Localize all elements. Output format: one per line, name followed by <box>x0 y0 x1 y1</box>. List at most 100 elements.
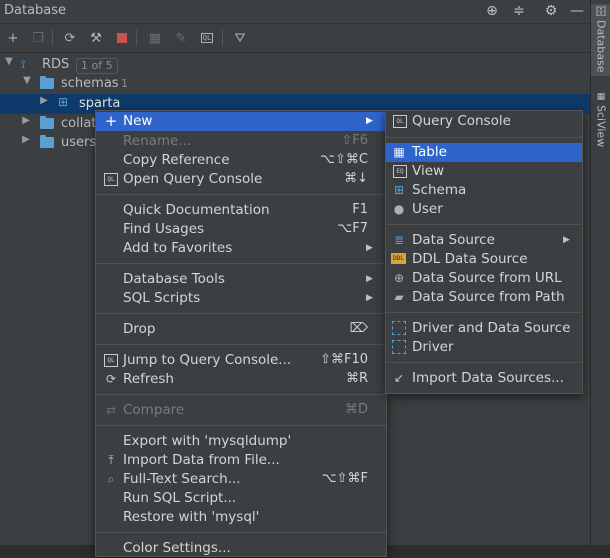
tab-label: SciView <box>594 105 608 148</box>
tab-sciview[interactable]: ▦ SciView <box>591 92 610 154</box>
driver-icon <box>392 340 406 354</box>
chevron-right-icon[interactable]: ▶ <box>20 134 32 145</box>
menu-separator <box>386 224 582 225</box>
console-icon[interactable]: QL <box>197 28 217 48</box>
crosshair-icon[interactable]: ⊕ <box>483 2 501 20</box>
ddl-icon: DDL <box>391 253 406 264</box>
minimize-icon[interactable]: — <box>568 2 586 20</box>
menu-separator <box>96 263 386 264</box>
menu-label: Jump to Query Console... <box>123 352 292 368</box>
compare-icon: ⇄ <box>105 403 117 417</box>
menu-item-full-text-search[interactable]: ⌕ Full-Text Search... ⌥⇧⌘F <box>96 470 386 489</box>
collapse-icon[interactable]: ≑ <box>510 2 528 20</box>
new-submenu: QL Query Console ▦ Table EQ View ⊞ Schem… <box>385 110 583 394</box>
submenu-item-view[interactable]: EQ View <box>386 162 582 181</box>
submenu-item-data-source[interactable]: ≣ Data Source ▶ <box>386 231 582 250</box>
menu-separator <box>96 194 386 195</box>
menu-item-sql-scripts[interactable]: SQL Scripts ▶ <box>96 289 386 308</box>
driver-icon <box>392 321 406 335</box>
menu-label: Run SQL Script... <box>123 490 237 506</box>
gear-icon[interactable]: ⚙ <box>542 2 560 20</box>
menu-item-export-mysqldump[interactable]: Export with 'mysqldump' <box>96 432 386 451</box>
menu-item-refresh[interactable]: ⟳ Refresh ⌘R <box>96 370 386 389</box>
submenu-arrow-icon: ▶ <box>366 243 373 253</box>
chevron-right-icon[interactable]: ▶ <box>20 115 32 126</box>
copy-icon[interactable]: ❐ <box>28 28 48 48</box>
menu-shortcut: ⌘R <box>345 371 368 386</box>
database-icon: ≣ <box>393 233 405 247</box>
menu-item-find-usages[interactable]: Find Usages ⌥F7 <box>96 220 386 239</box>
console-icon: QL <box>104 354 118 367</box>
tree-node-rds[interactable]: ▼ ⟟ RDS 1 of 5 <box>0 55 590 75</box>
filter-icon[interactable]: ⛛ <box>230 28 250 48</box>
grid-icon: ▦ <box>596 92 606 102</box>
table-icon: ▦ <box>393 145 405 159</box>
menu-item-database-tools[interactable]: Database Tools ▶ <box>96 270 386 289</box>
tab-label: Database <box>594 19 608 73</box>
folder-icon <box>40 135 54 148</box>
menu-item-add-to-favorites[interactable]: Add to Favorites ▶ <box>96 239 386 258</box>
chevron-down-icon[interactable]: ▼ <box>21 75 33 86</box>
menu-separator <box>96 532 386 533</box>
menu-separator <box>386 137 582 138</box>
submenu-item-user[interactable]: ● User <box>386 200 582 219</box>
refresh-icon: ⟳ <box>105 372 117 386</box>
submenu-item-table[interactable]: ▦ Table <box>386 143 582 162</box>
submenu-item-data-source-path[interactable]: ▰ Data Source from Path <box>386 288 582 307</box>
menu-label: Rename... <box>123 133 192 149</box>
submenu-item-driver[interactable]: Driver <box>386 338 582 357</box>
submenu-item-schema[interactable]: ⊞ Schema <box>386 181 582 200</box>
menu-label: Restore with 'mysql' <box>123 509 260 525</box>
menu-item-compare[interactable]: ⇄ Compare ⌘D <box>96 401 386 420</box>
menu-label: Database Tools <box>123 271 225 287</box>
menu-item-open-query-console[interactable]: QL Open Query Console ⌘↓ <box>96 170 386 189</box>
chevron-right-icon[interactable]: ▶ <box>38 95 50 106</box>
tree-node-schemas[interactable]: ▼ schemas 1 <box>0 74 590 94</box>
menu-item-drop[interactable]: Drop ⌦ <box>96 320 386 339</box>
menu-label: Compare <box>123 402 185 418</box>
menu-item-color-settings[interactable]: Color Settings... <box>96 539 386 558</box>
menu-item-rename[interactable]: Rename... ⇧F6 <box>96 132 386 151</box>
menu-item-jump-to-query-console[interactable]: QL Jump to Query Console... ⇧⌘F10 <box>96 351 386 370</box>
refresh-icon[interactable]: ⟳ <box>60 28 80 48</box>
menu-label: Find Usages <box>123 221 205 237</box>
submenu-item-data-source-url[interactable]: ⊕ Data Source from URL <box>386 269 582 288</box>
menu-label: Export with 'mysqldump' <box>123 433 292 449</box>
menu-separator <box>96 425 386 426</box>
edit-icon[interactable]: ✎ <box>171 28 191 48</box>
menu-shortcut: ⌥F7 <box>337 221 368 236</box>
submenu-arrow-icon: ▶ <box>366 116 373 126</box>
menu-separator <box>96 313 386 314</box>
table-view-icon[interactable]: ▦ <box>145 28 165 48</box>
menu-item-new[interactable]: + New ▶ <box>96 112 386 131</box>
submenu-item-import-data-sources[interactable]: ↙ Import Data Sources... <box>386 369 582 388</box>
menu-label: Open Query Console <box>123 171 263 187</box>
properties-icon[interactable]: ⚒ <box>86 28 106 48</box>
import-icon: ⤒ <box>108 453 114 467</box>
menu-separator <box>96 344 386 345</box>
menu-item-quick-documentation[interactable]: Quick Documentation F1 <box>96 201 386 220</box>
menu-label: View <box>412 163 445 179</box>
add-icon[interactable]: + <box>3 28 23 48</box>
menu-shortcut: ⌦ <box>349 321 368 336</box>
stop-icon[interactable] <box>112 28 132 48</box>
submenu-item-query-console[interactable]: QL Query Console <box>386 112 582 131</box>
menu-item-restore-mysql[interactable]: Restore with 'mysql' <box>96 508 386 527</box>
toolbar-divider <box>136 30 137 46</box>
user-icon: ● <box>393 202 405 216</box>
submenu-item-driver-and-data-source[interactable]: Driver and Data Source <box>386 319 582 338</box>
chevron-down-icon[interactable]: ▼ <box>3 56 15 67</box>
menu-separator <box>96 394 386 395</box>
submenu-item-ddl-data-source[interactable]: DDL DDL Data Source <box>386 250 582 269</box>
menu-label: Add to Favorites <box>123 240 233 256</box>
console-icon: QL <box>393 115 407 128</box>
menu-separator <box>386 362 582 363</box>
menu-item-copy-reference[interactable]: Copy Reference ⌥⇧⌘C <box>96 151 386 170</box>
menu-shortcut: F1 <box>352 202 368 217</box>
console-icon: QL <box>104 173 118 186</box>
menu-item-run-sql-script[interactable]: Run SQL Script... <box>96 489 386 508</box>
menu-item-import-data-from-file[interactable]: ⤒ Import Data from File... <box>96 451 386 470</box>
tab-database[interactable]: 🗄 Database <box>591 4 610 76</box>
submenu-arrow-icon: ▶ <box>366 293 373 303</box>
database-icon: 🗄 <box>595 4 607 17</box>
